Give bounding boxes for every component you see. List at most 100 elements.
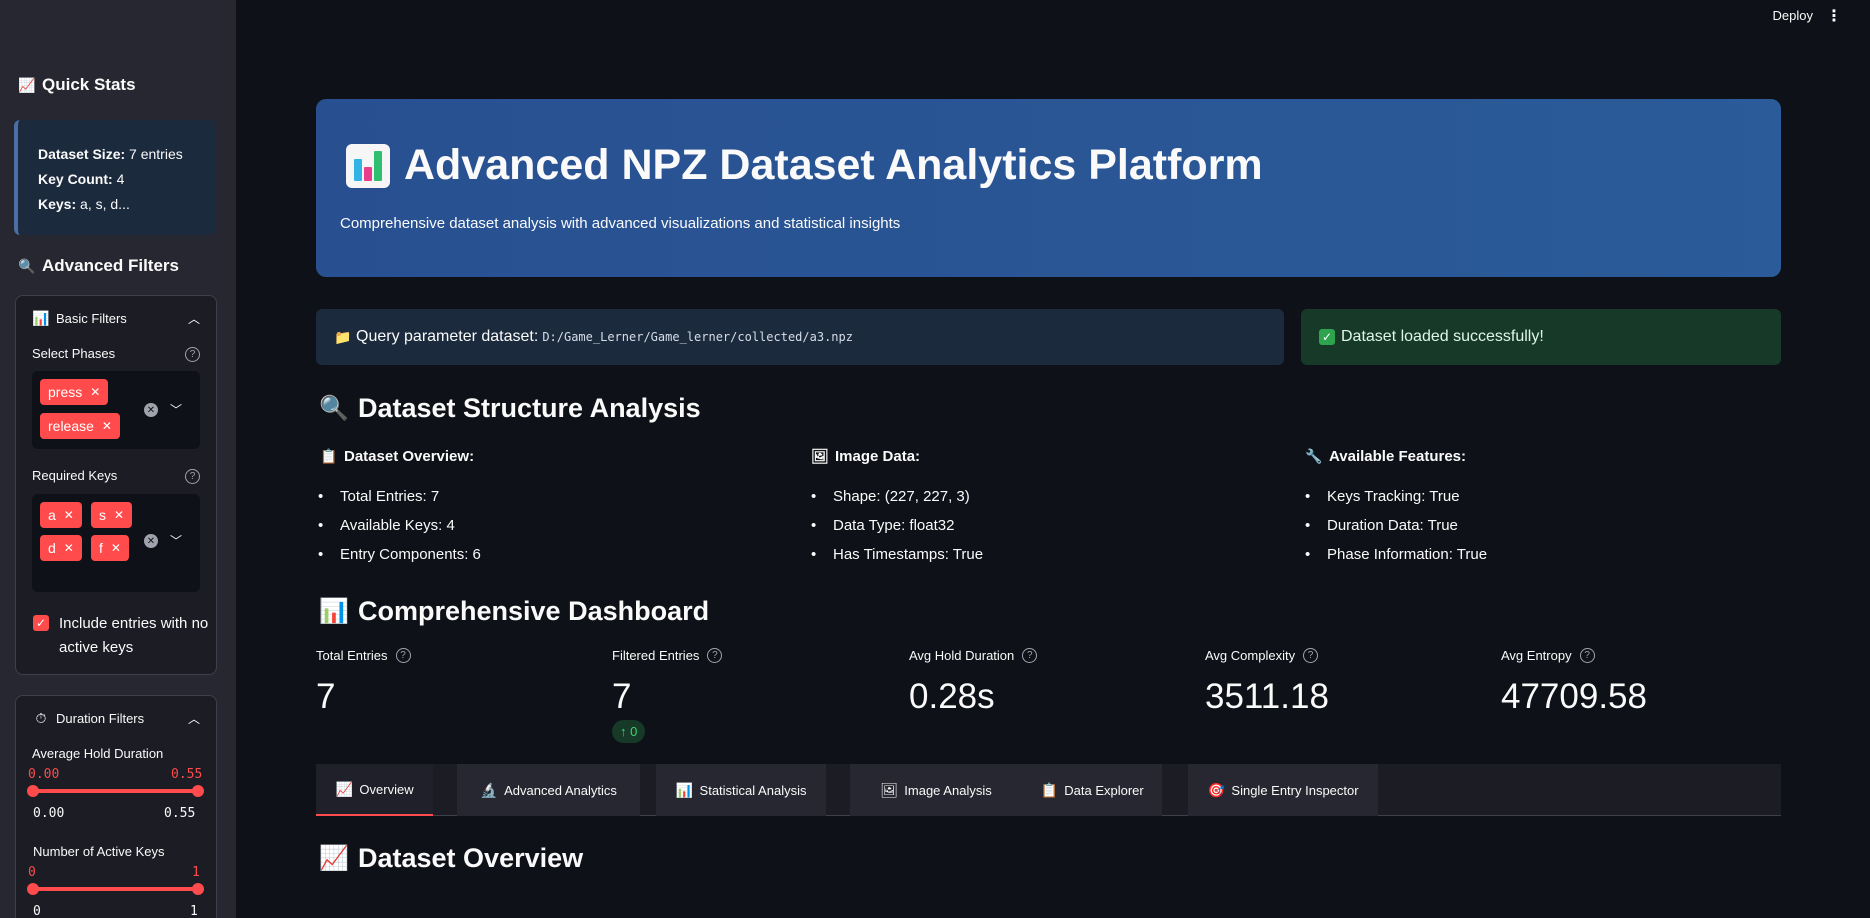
remove-tag-icon[interactable]: ✕	[90, 385, 100, 399]
dataset-size-label: Dataset Size:	[38, 146, 126, 162]
help-icon[interactable]: ?	[1303, 648, 1319, 663]
image-data-column-title: 🖼 Image Data:	[811, 447, 921, 465]
clear-all-icon[interactable]: ✕	[144, 403, 158, 417]
key-tag[interactable]: s ✕	[91, 502, 133, 528]
help-icon[interactable]: ?	[1022, 648, 1038, 663]
key-count-label: Key Count:	[38, 171, 113, 187]
check-mark-icon: ✓	[1319, 329, 1335, 345]
key-tag[interactable]: d ✕	[40, 535, 82, 561]
features-column-title: 🔧 Available Features:	[1305, 447, 1466, 465]
metric-avg-complexity: Avg Complexity? 3511.18	[1205, 648, 1329, 717]
avg-hold-high-value: 0.55	[171, 767, 203, 782]
remove-tag-icon[interactable]: ✕	[111, 541, 121, 555]
dataset-size-value: 7 entries	[129, 146, 183, 162]
avg-hold-max: 0.55	[164, 806, 196, 821]
bar-chart-icon: 📊	[32, 309, 50, 326]
metric-value: 7	[612, 677, 632, 716]
clear-all-icon[interactable]: ✕	[144, 534, 158, 548]
help-icon[interactable]: ?	[185, 347, 200, 362]
keys-label: Keys:	[38, 196, 77, 212]
metric-filtered-entries: Filtered Entries? 7	[612, 648, 723, 717]
list-item: Phase Information: True	[1305, 540, 1487, 569]
remove-tag-icon[interactable]: ✕	[114, 508, 124, 522]
help-icon[interactable]: ?	[395, 648, 411, 663]
avg-hold-low-value: 0.00	[28, 767, 60, 782]
page-title: Advanced NPZ Dataset Analytics Platform	[404, 141, 1263, 189]
help-icon[interactable]: ?	[1579, 648, 1595, 663]
metric-label: Avg Hold Duration	[909, 648, 1015, 663]
basic-filters-header[interactable]: 📊 Basic Filters ︿	[16, 296, 216, 340]
query-info-label: Query parameter dataset:	[356, 328, 539, 345]
chevron-down-icon[interactable]: ﹀	[170, 532, 182, 549]
avg-hold-low-handle[interactable]	[27, 785, 39, 797]
duration-filters-header[interactable]: ⏱ Duration Filters ︿	[16, 696, 216, 740]
key-count-value: 4	[116, 171, 125, 187]
magnifier-icon: 🔍	[18, 257, 36, 274]
dashboard-heading: 📊 Comprehensive Dashboard	[319, 596, 710, 626]
tab-overview[interactable]: 📈 Overview	[316, 764, 433, 816]
metric-avg-hold-duration: Avg Hold Duration? 0.28s	[909, 648, 1038, 717]
list-item: Shape: (227, 227, 3)	[811, 482, 983, 511]
dataset-overview-heading: 📈 Dataset Overview	[319, 843, 584, 873]
metric-label: Avg Entropy	[1501, 648, 1572, 663]
arrow-up-icon: ↑	[620, 724, 627, 739]
avg-hold-high-handle[interactable]	[192, 785, 204, 797]
quick-stats-box: Dataset Size: 7 entries Key Count: 4 Key…	[14, 120, 216, 235]
metric-value: 7	[316, 677, 336, 716]
chevron-down-icon[interactable]: ﹀	[170, 401, 182, 418]
duration-filters-title: Duration Filters	[56, 710, 145, 726]
query-info-box: 📁 Query parameter dataset: D:/Game_Lerne…	[316, 309, 1284, 365]
help-icon[interactable]: ?	[185, 469, 200, 484]
basic-filters-title: Basic Filters	[56, 310, 127, 326]
tab-advanced-analytics[interactable]: 🔬 Advanced Analytics	[457, 764, 640, 816]
include-no-keys-checkbox[interactable]: ✓	[33, 615, 49, 631]
kebab-menu-icon[interactable]: ⋮	[1826, 6, 1842, 26]
folder-icon: 📁	[334, 328, 352, 345]
list-item: Keys Tracking: True	[1305, 482, 1487, 511]
success-alert: ✓ Dataset loaded successfully!	[1301, 309, 1781, 365]
help-icon[interactable]: ?	[707, 648, 723, 663]
phase-tag[interactable]: release ✕	[40, 413, 120, 439]
metric-value: 0.28s	[909, 677, 995, 716]
query-info-path: D:/Game_Lerner/Game_lerner/collected/a3.…	[542, 330, 853, 344]
wrench-icon: 🔧	[1305, 447, 1323, 464]
metric-label: Avg Complexity	[1205, 648, 1296, 663]
active-keys-high-handle[interactable]	[192, 883, 204, 895]
active-keys-low-value: 0	[28, 865, 36, 880]
phase-tag[interactable]: press ✕	[40, 379, 109, 405]
active-keys-min: 0	[33, 904, 41, 918]
metric-delta-badge: ↑ 0	[612, 720, 646, 743]
list-item: Has Timestamps: True	[811, 540, 983, 569]
remove-tag-icon[interactable]: ✕	[102, 419, 112, 433]
remove-tag-icon[interactable]: ✕	[64, 541, 74, 555]
tab-image-analysis[interactable]: 🖼 Image Analysis	[850, 764, 1022, 816]
chevron-up-icon[interactable]: ︿	[188, 710, 200, 727]
tab-statistical-analysis[interactable]: 📊 Statistical Analysis	[656, 764, 826, 816]
metric-total-entries: Total Entries? 7	[316, 648, 411, 717]
advanced-filters-heading: 🔍 Advanced Filters	[18, 256, 179, 275]
list-item: Duration Data: True	[1305, 511, 1487, 540]
active-keys-slider[interactable]	[33, 887, 198, 891]
active-keys-low-handle[interactable]	[27, 883, 39, 895]
avg-hold-duration-label: Average Hold Duration	[32, 746, 164, 761]
metric-label: Total Entries	[316, 648, 388, 663]
hero-banner: Advanced NPZ Dataset Analytics Platform …	[316, 99, 1781, 277]
active-keys-high-value: 1	[192, 865, 200, 880]
key-tag[interactable]: a ✕	[40, 502, 82, 528]
success-message: Dataset loaded successfully!	[1341, 328, 1544, 345]
key-tag[interactable]: f ✕	[91, 535, 129, 561]
tab-single-entry-inspector[interactable]: 🎯 Single Entry Inspector	[1188, 764, 1378, 816]
list-item: Available Keys: 4	[318, 511, 481, 540]
active-keys-max: 1	[190, 904, 198, 918]
remove-tag-icon[interactable]: ✕	[64, 508, 74, 522]
avg-hold-slider[interactable]	[33, 789, 198, 793]
phases-multiselect[interactable]: press ✕ release ✕ ✕ ﹀	[32, 371, 200, 449]
chart-increasing-icon: 📈	[18, 76, 36, 93]
bar-chart-icon: 📊	[319, 598, 349, 625]
required-keys-multiselect[interactable]: a ✕ s ✕ d ✕ f ✕ ✕ ﹀	[32, 494, 200, 592]
sidebar: 📈 Quick Stats Dataset Size: 7 entries Ke…	[0, 0, 236, 918]
tab-data-explorer[interactable]: 📋 Data Explorer	[1022, 764, 1162, 816]
chevron-up-icon[interactable]: ︿	[188, 310, 200, 327]
deploy-button[interactable]: Deploy	[1773, 8, 1813, 23]
bar-chart-icon: 📊	[675, 781, 694, 798]
